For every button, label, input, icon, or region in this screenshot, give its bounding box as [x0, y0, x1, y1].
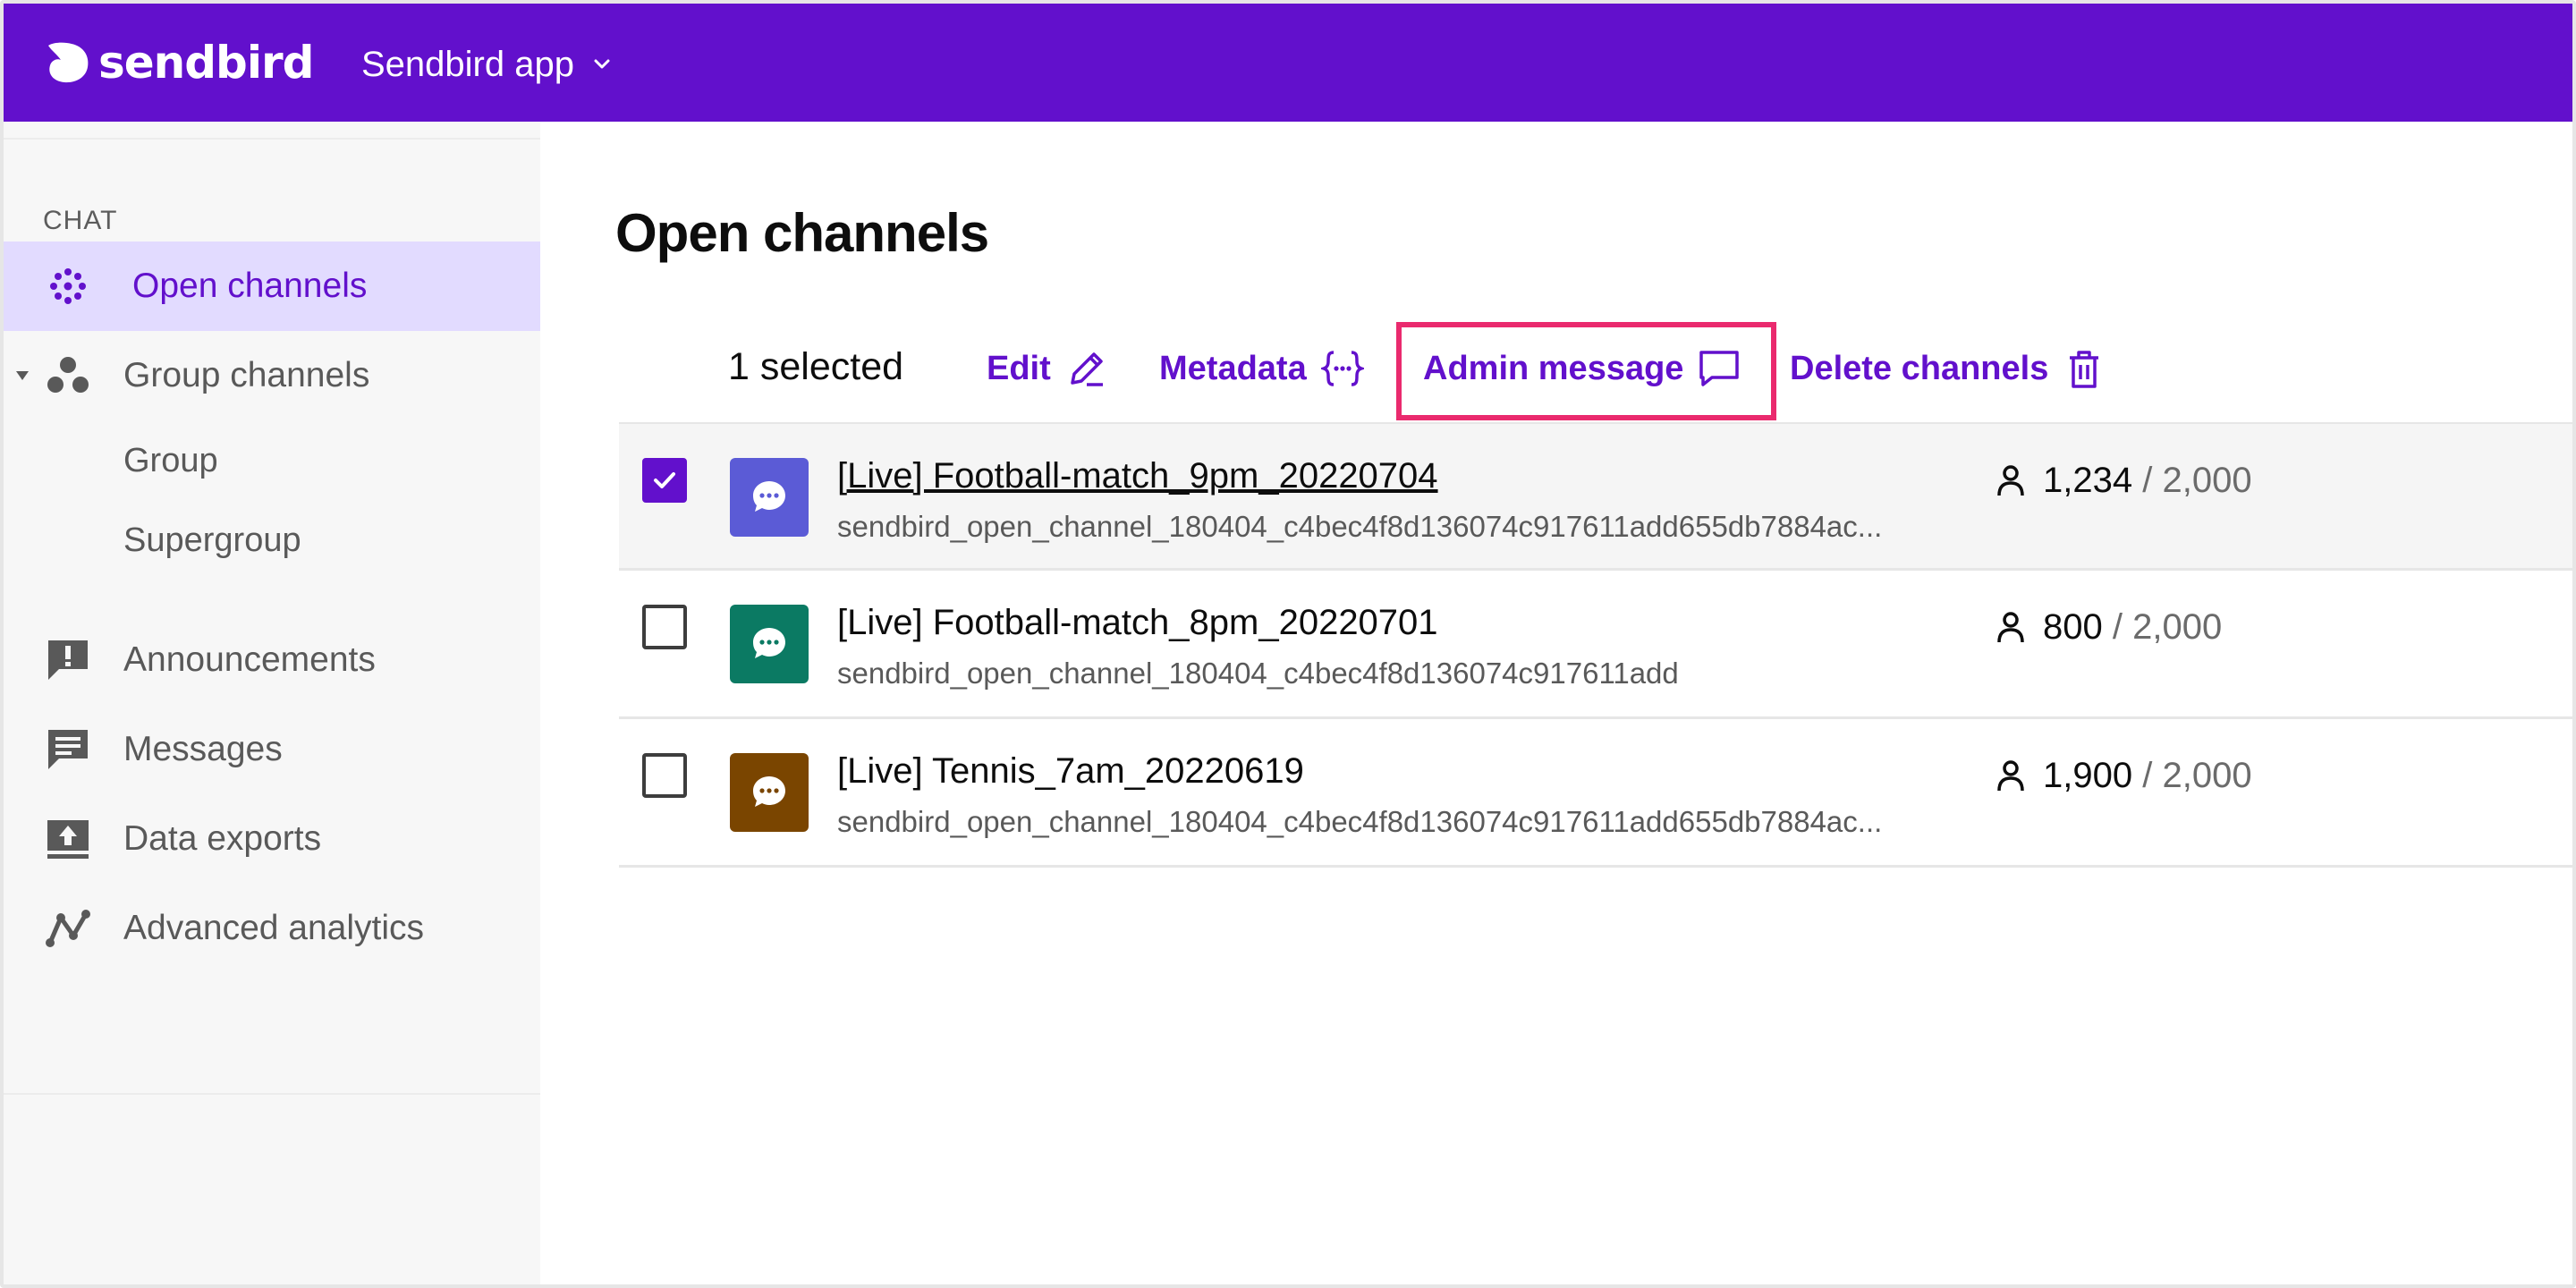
sendbird-logo[interactable]: sendbird — [45, 37, 314, 89]
messages-icon — [45, 726, 91, 773]
channel-name[interactable]: [Live] Football-match_8pm_20220701 — [837, 603, 1438, 643]
app-window: sendbird Sendbird app CHAT Open channels — [0, 0, 2576, 1288]
edit-button[interactable]: Edit — [987, 342, 1108, 395]
delete-channels-label: Delete channels — [1790, 349, 2049, 387]
sidebar-subitem-group[interactable]: Group — [123, 442, 218, 480]
metadata-button[interactable]: Metadata — [1159, 342, 1364, 395]
metadata-label: Metadata — [1159, 349, 1307, 387]
user-icon — [1997, 465, 2024, 496]
user-icon — [1997, 612, 2024, 643]
sidebar-item-label: Group channels — [123, 356, 370, 394]
member-current: 800 — [2043, 606, 2103, 647]
chat-bubble-icon — [753, 776, 785, 807]
admin-message-label: Admin message — [1423, 349, 1684, 387]
channel-name[interactable]: [Live] Football-match_9pm_20220704 — [837, 456, 1438, 496]
member-current: 1,900 — [2043, 755, 2133, 795]
user-icon — [1997, 760, 2024, 792]
row-checkbox[interactable] — [642, 753, 687, 798]
chat-bubble-icon — [1699, 351, 1740, 386]
channel-avatar — [730, 753, 809, 832]
channel-avatar — [730, 605, 809, 683]
delete-channels-button[interactable]: Delete channels — [1790, 342, 2106, 395]
page-title: Open channels — [615, 203, 989, 263]
row-checkbox[interactable] — [642, 605, 687, 649]
sidebar-item-announcements[interactable]: Announcements — [4, 615, 540, 705]
sidebar: CHAT Open channels Group channels Group … — [4, 122, 540, 1284]
analytics-icon — [45, 905, 91, 952]
row-checkbox[interactable] — [642, 458, 687, 503]
trash-icon — [2070, 351, 2099, 388]
sidebar-item-label: Messages — [123, 730, 283, 768]
sidebar-item-messages[interactable]: Messages — [4, 705, 540, 794]
channel-url: sendbird_open_channel_180404_c4bec4f8d13… — [837, 510, 1883, 543]
expand-caret-icon[interactable] — [16, 371, 29, 380]
sidebar-item-label: Open channels — [132, 267, 368, 305]
sidebar-item-advanced-analytics[interactable]: Advanced analytics — [4, 884, 540, 973]
member-count: 1,234 / 2,000 — [1993, 460, 2252, 501]
metadata-braces-icon — [1320, 351, 1364, 386]
open-channels-icon — [45, 263, 91, 309]
pencil-icon — [1071, 352, 1103, 386]
member-capacity: / 2,000 — [2142, 755, 2252, 795]
sidebar-item-group-channels[interactable]: Group channels — [4, 331, 540, 420]
channel-url: sendbird_open_channel_180404_c4bec4f8d13… — [837, 657, 1679, 690]
table-row[interactable]: [Live] Football-match_8pm_20220701 sendb… — [619, 571, 2572, 719]
admin-message-button[interactable]: Admin message — [1423, 342, 1741, 395]
sidebar-item-label: Announcements — [123, 640, 376, 679]
sendbird-logo-icon — [48, 42, 89, 83]
selected-count: 1 selected — [728, 345, 904, 388]
logo-text: sendbird — [98, 37, 314, 89]
member-count: 1,900 / 2,000 — [1993, 755, 2252, 796]
sidebar-item-data-exports[interactable]: Data exports — [4, 794, 540, 884]
sidebar-nav: CHAT Open channels Group channels Group … — [4, 138, 540, 1095]
sidebar-item-open-channels[interactable]: Open channels — [4, 242, 540, 331]
announcements-icon — [45, 637, 91, 683]
top-bar: sendbird Sendbird app — [4, 4, 2572, 122]
channel-name[interactable]: [Live] Tennis_7am_20220619 — [837, 751, 1304, 792]
table-row[interactable]: [Live] Football-match_9pm_20220704 sendb… — [619, 422, 2572, 571]
member-capacity: / 2,000 — [2112, 606, 2223, 647]
channel-url: sendbird_open_channel_180404_c4bec4f8d13… — [837, 805, 1883, 838]
group-channels-icon — [45, 352, 91, 399]
app-name: Sendbird app — [361, 44, 574, 84]
table-row[interactable]: [Live] Tennis_7am_20220619 sendbird_open… — [619, 719, 2572, 868]
checkmark-icon — [654, 472, 675, 488]
member-current: 1,234 — [2043, 460, 2133, 500]
sidebar-section-chat: CHAT — [43, 206, 118, 235]
chat-bubble-icon — [753, 481, 785, 512]
edit-label: Edit — [987, 349, 1051, 387]
app-switcher[interactable]: Sendbird app — [361, 39, 614, 89]
chat-bubble-icon — [753, 628, 785, 658]
sidebar-item-label: Advanced analytics — [123, 909, 425, 947]
member-count: 800 / 2,000 — [1993, 606, 2222, 648]
chevron-down-icon — [594, 59, 610, 69]
data-exports-icon — [45, 816, 91, 862]
sidebar-item-label: Data exports — [123, 819, 322, 858]
channel-avatar — [730, 458, 809, 537]
main-content: Open channels 1 selected Edit Metadata A… — [540, 122, 2572, 1284]
member-capacity: / 2,000 — [2142, 460, 2252, 500]
sidebar-subitem-supergroup[interactable]: Supergroup — [123, 521, 301, 560]
